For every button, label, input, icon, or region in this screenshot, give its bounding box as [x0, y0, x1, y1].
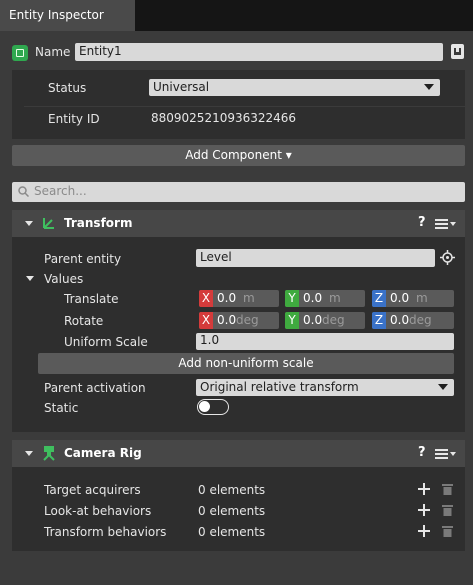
name-field[interactable]: Entity1	[75, 43, 443, 61]
translate-y-value: 0.0	[303, 291, 323, 305]
tab-entity-inspector[interactable]: Entity Inspector	[0, 0, 106, 31]
translate-x-value: 0.0	[217, 291, 237, 305]
rotate-y-field[interactable]: Y 0.0 deg	[285, 312, 365, 329]
rotate-z-value: 0.0	[390, 313, 410, 327]
trash-icon[interactable]	[442, 483, 453, 495]
static-label: Static	[44, 401, 79, 415]
status-value: Universal	[153, 80, 210, 94]
lock-icon[interactable]	[450, 43, 465, 60]
search-placeholder: Search...	[34, 184, 87, 198]
transform-behaviors-value: 0 elements	[198, 525, 266, 539]
help-icon[interactable]: ?	[418, 215, 426, 230]
target-icon[interactable]	[440, 250, 455, 265]
transform-title: Transform	[64, 216, 133, 230]
transform-header[interactable]: Transform ?	[12, 210, 465, 237]
translate-x-unit: m	[243, 291, 255, 305]
camera-rig-title: Camera Rig	[64, 446, 142, 460]
translate-z-unit: m	[416, 291, 428, 305]
help-icon[interactable]: ?	[418, 445, 426, 460]
menu-icon[interactable]	[435, 219, 448, 229]
status-label: Status	[48, 81, 87, 95]
parent-activation-value: Original relative transform	[200, 380, 359, 394]
x-axis-tag: X	[199, 290, 213, 307]
search-input[interactable]: Search...	[12, 182, 465, 202]
camera-rig-header[interactable]: Camera Rig ?	[12, 440, 465, 467]
parent-entity-field[interactable]: Level	[196, 249, 435, 267]
entity-id-value: 8809025210936322466	[151, 111, 297, 125]
collapse-icon[interactable]	[25, 221, 33, 226]
y-axis-tag: Y	[285, 290, 299, 307]
translate-z-value: 0.0	[390, 291, 410, 305]
divider	[24, 106, 465, 107]
add-component-button[interactable]: Add Component ▾	[12, 145, 465, 166]
uniform-scale-label: Uniform Scale	[64, 335, 148, 349]
add-icon[interactable]	[418, 483, 430, 495]
rotate-y-value: 0.0	[303, 313, 323, 327]
name-label: Name	[35, 45, 71, 59]
static-toggle[interactable]	[197, 399, 229, 415]
chevron-down-icon	[438, 384, 448, 390]
target-acquirers-value: 0 elements	[198, 483, 266, 497]
translate-label: Translate	[64, 292, 119, 306]
menu-caret-icon	[450, 222, 456, 226]
parent-activation-select[interactable]: Original relative transform	[196, 379, 454, 396]
chevron-down-icon	[424, 84, 434, 90]
parent-activation-label: Parent activation	[44, 381, 146, 395]
camera-rig-icon	[43, 446, 55, 461]
menu-icon[interactable]	[435, 449, 448, 459]
rotate-y-unit: deg	[322, 313, 345, 327]
uniform-scale-field[interactable]: 1.0	[196, 333, 454, 350]
search-icon	[18, 186, 29, 197]
trash-icon[interactable]	[442, 504, 453, 516]
values-collapse-icon[interactable]	[26, 276, 34, 281]
rotate-z-field[interactable]: Z 0.0 deg	[372, 312, 454, 329]
rotate-x-unit: deg	[236, 313, 259, 327]
rotate-label: Rotate	[64, 314, 104, 328]
look-at-behaviors-value: 0 elements	[198, 504, 266, 518]
rotate-z-unit: deg	[409, 313, 432, 327]
look-at-behaviors-label: Look-at behaviors	[44, 504, 152, 518]
z-axis-tag: Z	[372, 312, 386, 329]
translate-y-unit: m	[329, 291, 341, 305]
trash-icon[interactable]	[442, 525, 453, 537]
transform-icon	[43, 218, 54, 229]
tab-bar: Entity Inspector	[0, 0, 473, 31]
add-icon[interactable]	[418, 525, 430, 537]
z-axis-tag: Z	[372, 290, 386, 307]
add-icon[interactable]	[418, 504, 430, 516]
target-acquirers-label: Target acquirers	[44, 483, 141, 497]
entity-id-label: Entity ID	[48, 112, 100, 126]
values-label: Values	[44, 272, 84, 286]
entity-icon	[12, 45, 28, 61]
collapse-icon[interactable]	[25, 451, 33, 456]
transform-behaviors-label: Transform behaviors	[44, 525, 167, 539]
rotate-x-value: 0.0	[217, 313, 237, 327]
menu-caret-icon	[450, 452, 456, 456]
toggle-knob	[199, 401, 210, 412]
x-axis-tag: X	[199, 312, 213, 329]
y-axis-tag: Y	[285, 312, 299, 329]
tab-bar-filler	[106, 0, 135, 31]
parent-entity-label: Parent entity	[44, 252, 122, 266]
rotate-x-field[interactable]: X 0.0 deg	[199, 312, 279, 329]
translate-y-field[interactable]: Y 0.0 m	[285, 290, 365, 307]
add-nonuniform-scale-button[interactable]: Add non-uniform scale	[38, 353, 454, 374]
translate-x-field[interactable]: X 0.0 m	[199, 290, 279, 307]
translate-z-field[interactable]: Z 0.0 m	[372, 290, 454, 307]
status-select[interactable]: Universal	[149, 79, 440, 96]
